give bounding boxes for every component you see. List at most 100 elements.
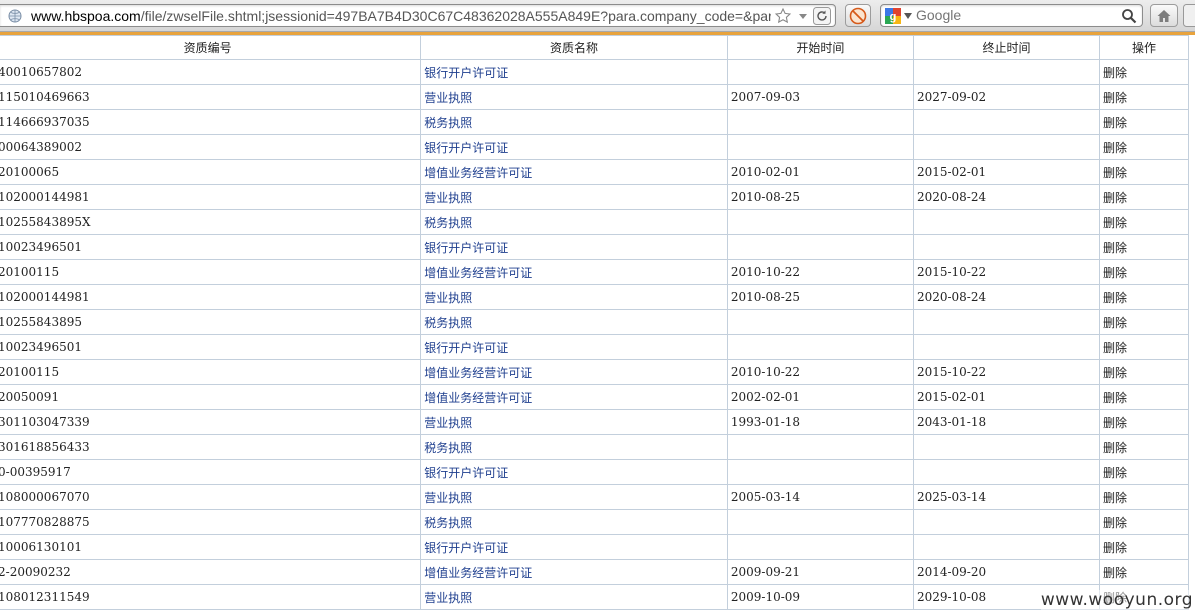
cell-name-link[interactable]: 增值业务经营许可证 <box>420 384 728 410</box>
cell-name-link[interactable]: 税务执照 <box>420 209 728 235</box>
cell-name-link[interactable]: 银行开户许可证 <box>420 234 728 260</box>
cell-start-time <box>726 134 914 160</box>
cell-start-time: 1993-01-18 <box>726 409 914 435</box>
cell-end-time: 2014-09-20 <box>912 559 1101 585</box>
cell-code: 108012311549 <box>0 584 422 610</box>
table-row: 108000067070 营业执照 2005-03-14 2025-03-14 删除 <box>0 484 1189 510</box>
cell-code: 107770828875 <box>0 509 422 535</box>
toolbar-overflow-icon[interactable] <box>1183 4 1195 27</box>
delete-link[interactable]: 删除 <box>1099 234 1189 260</box>
table-row: 301103047339 营业执照 1993-01-18 2043-01-18 删除 <box>0 409 1189 435</box>
cell-end-time: 2015-02-01 <box>912 159 1101 185</box>
cell-end-time: 2043-01-18 <box>912 409 1101 435</box>
cell-end-time <box>912 134 1101 160</box>
cell-start-time: 2010-08-25 <box>726 184 914 210</box>
delete-link[interactable]: 删除 <box>1099 209 1189 235</box>
search-icon[interactable] <box>1121 8 1137 24</box>
cell-code: 00064389002 <box>0 134 422 160</box>
delete-link[interactable]: 删除 <box>1099 509 1189 535</box>
cell-start-time <box>726 234 914 260</box>
cell-start-time: 2010-10-22 <box>726 359 914 385</box>
cell-name-link[interactable]: 税务执照 <box>420 109 728 135</box>
reload-icon[interactable] <box>813 7 831 25</box>
cell-end-time <box>912 334 1101 360</box>
cell-name-link[interactable]: 税务执照 <box>420 509 728 535</box>
cell-name-link[interactable]: 银行开户许可证 <box>420 134 728 160</box>
table-row: 20050091 增值业务经营许可证 2002-02-01 2015-02-01 删除 <box>0 384 1189 410</box>
cell-code: 102000144981 <box>0 184 422 210</box>
cell-end-time <box>912 209 1101 235</box>
delete-link[interactable]: 删除 <box>1099 384 1189 410</box>
cell-code: 20050091 <box>0 384 422 410</box>
url-text[interactable]: www.hbspoa.com/file/zwselFile.shtml;jses… <box>31 8 771 24</box>
cell-start-time <box>726 109 914 135</box>
cell-name-link[interactable]: 营业执照 <box>420 284 728 310</box>
svg-text:g: g <box>890 11 897 23</box>
cell-end-time <box>912 434 1101 460</box>
watermark: www.wooyun.org <box>1040 590 1193 610</box>
cell-code: 108000067070 <box>0 484 422 510</box>
delete-link[interactable]: 删除 <box>1099 84 1189 110</box>
cell-name-link[interactable]: 增值业务经营许可证 <box>420 159 728 185</box>
cell-end-time <box>912 59 1101 85</box>
cell-name-link[interactable]: 银行开户许可证 <box>420 534 728 560</box>
table-row: 115010469663 营业执照 2007-09-03 2027-09-02 删除 <box>0 84 1189 110</box>
search-bar[interactable]: g <box>880 4 1143 27</box>
delete-link[interactable]: 删除 <box>1099 284 1189 310</box>
delete-link[interactable]: 删除 <box>1099 309 1189 335</box>
cell-name-link[interactable]: 银行开户许可证 <box>420 59 728 85</box>
delete-link[interactable]: 删除 <box>1099 109 1189 135</box>
cell-code: 10023496501 <box>0 234 422 260</box>
table-row: 10255843895X 税务执照 删除 <box>0 209 1189 235</box>
delete-link[interactable]: 删除 <box>1099 59 1189 85</box>
cell-end-time: 2020-08-24 <box>912 184 1101 210</box>
cell-name-link[interactable]: 银行开户许可证 <box>420 334 728 360</box>
cell-code: 2-20090232 <box>0 559 422 585</box>
cell-name-link[interactable]: 增值业务经营许可证 <box>420 559 728 585</box>
cell-end-time <box>912 309 1101 335</box>
table-row: 2-20090232 增值业务经营许可证 2009-09-21 2014-09-20 删… <box>0 559 1189 585</box>
cell-start-time <box>726 459 914 485</box>
delete-link[interactable]: 删除 <box>1099 359 1189 385</box>
cell-name-link[interactable]: 银行开户许可证 <box>420 459 728 485</box>
table-row: 301618856433 税务执照 删除 <box>0 434 1189 460</box>
delete-link[interactable]: 删除 <box>1099 484 1189 510</box>
cell-name-link[interactable]: 营业执照 <box>420 584 728 610</box>
delete-link[interactable]: 删除 <box>1099 459 1189 485</box>
cell-end-time: 2015-02-01 <box>912 384 1101 410</box>
delete-link[interactable]: 删除 <box>1099 184 1189 210</box>
delete-link[interactable]: 删除 <box>1099 159 1189 185</box>
cell-start-time <box>726 209 914 235</box>
cell-code: 10255843895 <box>0 309 422 335</box>
delete-link[interactable]: 删除 <box>1099 434 1189 460</box>
header-name: 资质名称 <box>420 35 728 60</box>
home-button[interactable] <box>1150 4 1178 27</box>
cell-name-link[interactable]: 税务执照 <box>420 309 728 335</box>
cell-name-link[interactable]: 营业执照 <box>420 484 728 510</box>
delete-link[interactable]: 删除 <box>1099 334 1189 360</box>
address-bar[interactable]: www.hbspoa.com/file/zwselFile.shtml;jses… <box>0 4 836 27</box>
table-row: 10023496501 银行开户许可证 删除 <box>0 334 1189 360</box>
cell-start-time: 2010-02-01 <box>726 159 914 185</box>
table-row: 0-00395917 银行开户许可证 删除 <box>0 459 1189 485</box>
cell-end-time <box>912 109 1101 135</box>
engine-dropdown-icon[interactable] <box>904 13 912 19</box>
url-history-dropdown-icon[interactable] <box>797 9 809 23</box>
delete-link[interactable]: 删除 <box>1099 409 1189 435</box>
delete-link[interactable]: 删除 <box>1099 259 1189 285</box>
delete-link[interactable]: 删除 <box>1099 534 1189 560</box>
cell-name-link[interactable]: 营业执照 <box>420 409 728 435</box>
cell-name-link[interactable]: 增值业务经营许可证 <box>420 259 728 285</box>
cell-name-link[interactable]: 增值业务经营许可证 <box>420 359 728 385</box>
cell-name-link[interactable]: 税务执照 <box>420 434 728 460</box>
google-icon[interactable]: g <box>885 8 901 24</box>
search-input[interactable] <box>916 7 1116 24</box>
bookmark-star-icon[interactable] <box>774 7 792 25</box>
delete-link[interactable]: 删除 <box>1099 559 1189 585</box>
adblock-button[interactable] <box>845 4 871 27</box>
cell-start-time <box>726 59 914 85</box>
cell-name-link[interactable]: 营业执照 <box>420 184 728 210</box>
delete-link[interactable]: 删除 <box>1099 134 1189 160</box>
table-row: 00064389002 银行开户许可证 删除 <box>0 134 1189 160</box>
cell-name-link[interactable]: 营业执照 <box>420 84 728 110</box>
